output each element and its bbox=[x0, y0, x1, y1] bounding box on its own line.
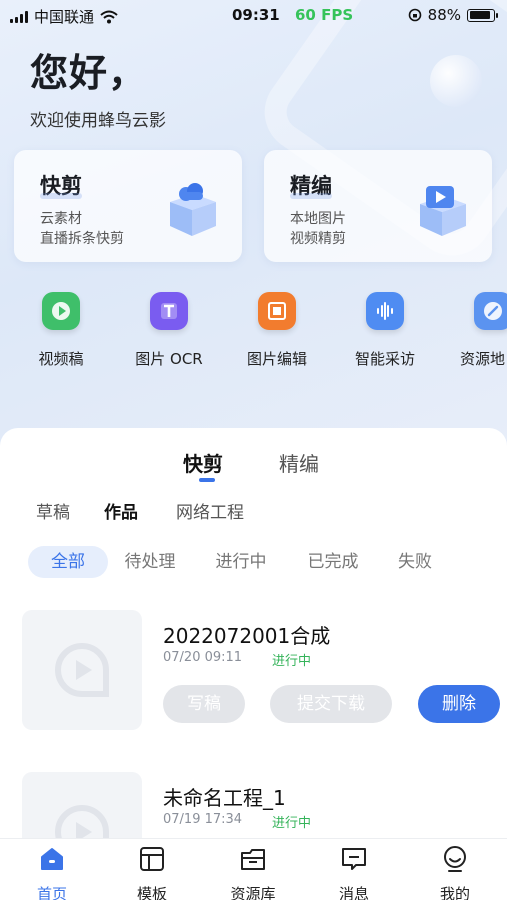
tabbar-label: 消息 bbox=[338, 885, 369, 900]
quick-action-video-script[interactable]: 视频稿 bbox=[16, 292, 106, 369]
filter-completed[interactable]: 已完成 bbox=[303, 546, 363, 578]
template-icon bbox=[140, 847, 164, 871]
rotation-lock-icon bbox=[408, 8, 421, 22]
greeting-title: 您好， bbox=[30, 51, 148, 95]
tabbar-messages[interactable]: 消息 bbox=[314, 845, 394, 900]
feature-card-quick-cut[interactable]: 快剪 云素材 直播拆条快剪 bbox=[14, 150, 242, 262]
carrier-name: 中国联通 bbox=[34, 8, 95, 26]
tab-fine-edit[interactable]: 精编 bbox=[279, 448, 319, 477]
clock: 09:31 bbox=[232, 6, 280, 24]
write-script-button[interactable]: 写稿 bbox=[163, 685, 245, 723]
quick-action-image-edit[interactable]: 图片编辑 bbox=[232, 292, 322, 369]
tabbar-profile[interactable]: 我的 bbox=[415, 845, 495, 900]
project-thumbnail bbox=[22, 772, 142, 838]
tabbar-templates[interactable]: 模板 bbox=[112, 845, 192, 900]
filter-failed[interactable]: 失败 bbox=[393, 546, 437, 578]
feature-card-line: 云素材 bbox=[40, 211, 82, 227]
project-date: 07/19 17:34 bbox=[163, 812, 243, 827]
filter-pending[interactable]: 待处理 bbox=[120, 546, 180, 578]
tabbar-label: 模板 bbox=[136, 885, 167, 900]
tabbar-label: 首页 bbox=[36, 885, 67, 900]
battery-icon bbox=[467, 8, 498, 22]
video-play-icon bbox=[42, 292, 80, 330]
project-title: 2022072001合成 bbox=[163, 624, 331, 648]
feature-card-line: 视频精剪 bbox=[290, 231, 346, 247]
tabbar-label: 资源库 bbox=[230, 885, 276, 900]
project-date: 07/20 09:11 bbox=[163, 650, 243, 665]
decorative-orb bbox=[430, 55, 482, 107]
sub-tab-works[interactable]: 作品 bbox=[104, 498, 138, 523]
sub-tab-network-project[interactable]: 网络工程 bbox=[176, 498, 244, 523]
project-status: 进行中 bbox=[272, 654, 312, 669]
quick-action-label: 图片编辑 bbox=[246, 350, 307, 368]
profile-icon bbox=[444, 846, 466, 872]
cloud-cube-icon bbox=[170, 183, 216, 236]
filter-all[interactable]: 全部 bbox=[28, 546, 108, 578]
welcome-subtitle: 欢迎使用蜂鸟云影 bbox=[30, 111, 166, 131]
feature-card-title: 精编 bbox=[290, 170, 332, 200]
quick-actions: 视频稿 图片 OCR 图片编辑 智能采访 资源地 bbox=[0, 292, 507, 382]
tab-quick-cut[interactable]: 快剪 bbox=[183, 448, 223, 477]
feature-card-fine-edit[interactable]: 精编 本地图片 视频精剪 bbox=[264, 150, 492, 262]
status-bar: 中国联通 09:31 60 FPS 88% bbox=[0, 0, 507, 32]
soundwave-icon bbox=[366, 292, 404, 330]
fps-indicator: 60 FPS bbox=[295, 6, 354, 24]
home-icon bbox=[41, 848, 63, 870]
bottom-tab-bar: 首页 模板 资源库 消息 我的 bbox=[0, 838, 507, 900]
project-status: 进行中 bbox=[272, 816, 312, 831]
quick-action-image-ocr[interactable]: 图片 OCR bbox=[124, 292, 214, 369]
feature-card-line: 直播拆条快剪 bbox=[40, 231, 124, 247]
signal-icon bbox=[10, 10, 28, 23]
sub-tab-drafts[interactable]: 草稿 bbox=[36, 498, 70, 523]
tab-indicator bbox=[199, 478, 215, 482]
battery-percent: 88% bbox=[427, 6, 461, 24]
wifi-icon bbox=[100, 10, 118, 23]
delete-button[interactable]: 删除 bbox=[418, 685, 500, 723]
quick-action-smart-interview[interactable]: 智能采访 bbox=[340, 292, 430, 369]
video-placeholder-icon bbox=[54, 805, 109, 838]
tabbar-resource-library[interactable]: 资源库 bbox=[213, 845, 293, 900]
filter-in-progress[interactable]: 进行中 bbox=[211, 546, 271, 578]
submit-download-button[interactable]: 提交下载 bbox=[270, 685, 392, 723]
feature-card-line: 本地图片 bbox=[290, 211, 346, 227]
message-icon bbox=[342, 848, 366, 870]
feature-card-title: 快剪 bbox=[40, 170, 82, 200]
quick-action-label: 资源地 bbox=[460, 350, 506, 368]
works-panel: 快剪 精编 草稿 作品 网络工程 全部 待处理 进行中 已完成 失败 20220… bbox=[0, 428, 507, 838]
video-placeholder-icon bbox=[54, 643, 109, 697]
crop-icon bbox=[258, 292, 296, 330]
quick-action-resource[interactable]: 资源地 bbox=[448, 292, 507, 369]
compass-icon bbox=[474, 292, 507, 330]
tabbar-home[interactable]: 首页 bbox=[12, 845, 92, 900]
project-title: 未命名工程_1 bbox=[163, 786, 286, 810]
quick-action-label: 智能采访 bbox=[354, 350, 415, 368]
text-t-icon bbox=[150, 292, 188, 330]
video-cube-icon bbox=[420, 186, 466, 236]
tabbar-label: 我的 bbox=[439, 885, 470, 900]
project-thumbnail bbox=[22, 610, 142, 730]
resource-library-icon bbox=[241, 849, 265, 870]
quick-action-label: 视频稿 bbox=[38, 350, 84, 368]
quick-action-label: 图片 OCR bbox=[135, 350, 203, 368]
